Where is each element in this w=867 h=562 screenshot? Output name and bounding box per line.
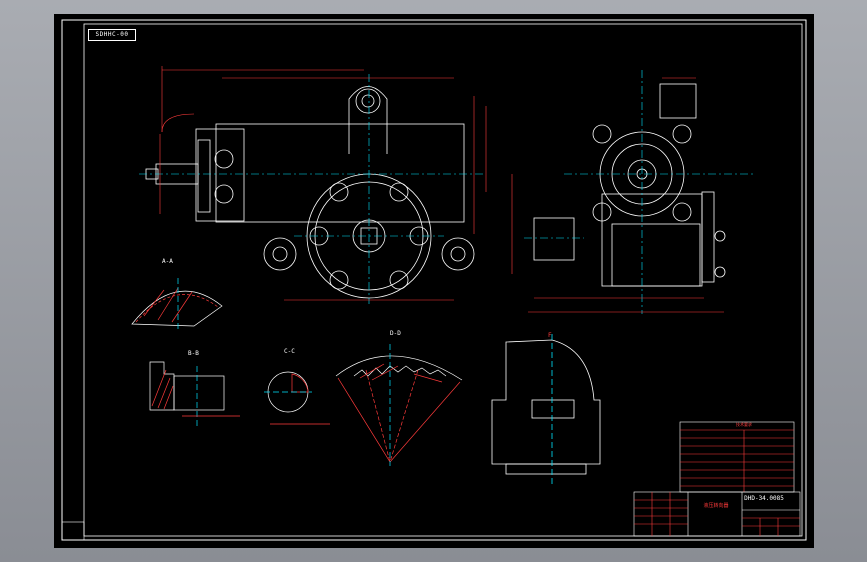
side-view-right-fitting	[701, 191, 715, 283]
front-view-right-ear-hole	[450, 246, 466, 262]
section-dd-label: D-D	[390, 330, 401, 337]
view-f-center-block	[531, 399, 575, 419]
side-view-fitting-1	[714, 230, 726, 242]
view-f-base	[505, 463, 587, 475]
technical-table-title: 技术要求	[736, 422, 752, 427]
section-cc[interactable]	[264, 371, 330, 425]
side-view-fitting-2	[714, 266, 726, 278]
side-view-bolt-tl	[592, 124, 612, 144]
section-aa-label: A-A	[162, 258, 173, 265]
section-aa[interactable]	[131, 278, 223, 330]
section-dd-teeth	[353, 365, 447, 377]
drawing-number-label: DHD-34.0085	[744, 495, 784, 502]
side-view[interactable]	[533, 83, 726, 287]
front-view-port-upper	[214, 149, 234, 169]
front-view-annotations	[139, 66, 487, 304]
front-view-top-lug-hole	[355, 88, 381, 114]
front-view-left-ear	[263, 237, 297, 271]
view-f-outline	[491, 339, 601, 465]
front-view-left-ear-hole	[272, 246, 288, 262]
view-f-label: F	[548, 332, 552, 339]
front-view-bolt-2	[389, 182, 409, 202]
side-view-bolt-tr	[672, 124, 692, 144]
front-view-port-lower	[214, 184, 234, 204]
side-view-lower-housing	[611, 223, 701, 287]
section-cc-label: C-C	[284, 348, 295, 355]
front-view-body	[215, 123, 465, 223]
front-view-left-cover	[195, 128, 245, 222]
revision-box	[61, 521, 85, 541]
part-name-label: 液压转向器	[703, 503, 729, 509]
section-aa-outline	[131, 290, 223, 327]
side-view-annotations	[511, 70, 754, 314]
front-view-top-lug	[348, 86, 388, 154]
front-view-flange	[197, 139, 211, 213]
section-bb-body	[173, 375, 225, 411]
view-f[interactable]	[491, 334, 601, 484]
technical-table-frame	[679, 421, 795, 493]
drawing-title-tag: SDHHC-00	[88, 29, 136, 41]
front-view-top-lug-hole-inner	[361, 94, 375, 108]
technical-table[interactable]	[679, 421, 795, 493]
front-view-bolt-5	[329, 270, 349, 290]
front-view[interactable]	[145, 86, 475, 299]
section-dd-outline	[335, 355, 463, 381]
sheet-inner-border	[83, 23, 803, 537]
section-bb-label: B-B	[188, 350, 199, 357]
drawing-viewport[interactable]: SDHHC-00 技术要求 液压转向器 DHD-34.0085 A-A B-B …	[54, 14, 814, 548]
section-bb[interactable]	[149, 361, 240, 426]
side-view-left-port	[533, 217, 575, 261]
side-view-bolt-br	[672, 202, 692, 222]
cad-drawing-canvas[interactable]	[54, 14, 814, 548]
front-view-bolt-1	[329, 182, 349, 202]
front-view-right-ear	[441, 237, 475, 271]
section-dd[interactable]	[335, 344, 463, 466]
front-view-bolt-6	[389, 270, 409, 290]
side-view-top-port	[659, 83, 697, 119]
